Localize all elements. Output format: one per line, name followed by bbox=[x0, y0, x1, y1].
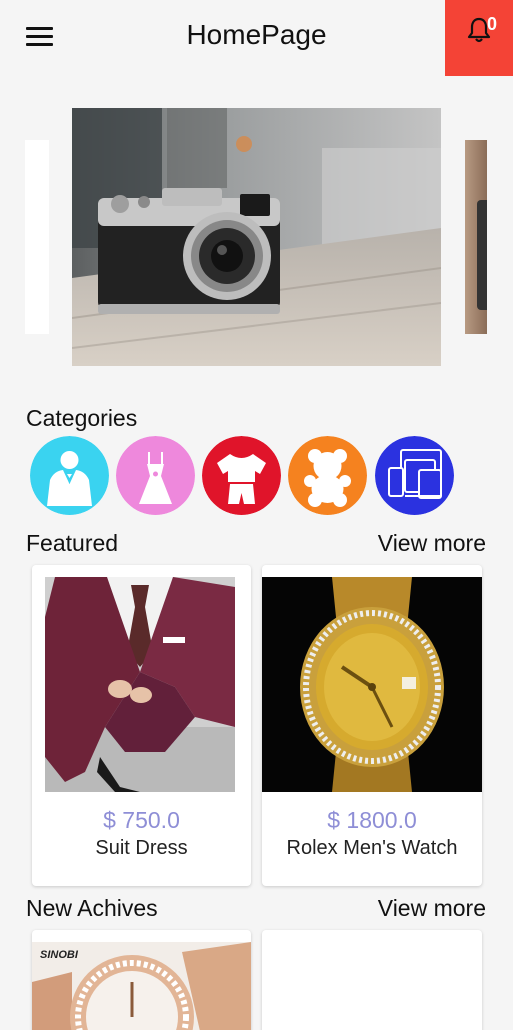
new-archives-title: New Achives bbox=[26, 895, 158, 921]
category-tshirt[interactable] bbox=[202, 436, 281, 515]
dress-icon bbox=[116, 436, 195, 515]
product-card-suit[interactable]: $ 750.0 Suit Dress bbox=[32, 565, 251, 886]
product-card-empty[interactable] bbox=[262, 930, 482, 1030]
product-image-sinobi-watch: SINOBI bbox=[32, 942, 251, 1030]
suit-icon bbox=[30, 436, 109, 515]
product-name: Rolex Men's Watch bbox=[286, 837, 458, 859]
category-toys[interactable] bbox=[288, 436, 367, 515]
categories-title: Categories bbox=[26, 405, 138, 431]
notification-button[interactable]: 0 bbox=[445, 0, 513, 76]
category-suit[interactable] bbox=[30, 436, 109, 515]
carousel-slide-previous[interactable] bbox=[25, 140, 49, 334]
category-electronics[interactable] bbox=[375, 436, 454, 515]
carousel-slide-camera[interactable] bbox=[72, 108, 441, 366]
product-card-watch[interactable]: $ 1800.0 Rolex Men's Watch bbox=[262, 565, 482, 886]
product-price: $ 1800.0 bbox=[327, 807, 417, 833]
product-price: $ 750.0 bbox=[103, 807, 180, 833]
carousel-slide-next[interactable] bbox=[465, 140, 487, 334]
page-title: HomePage bbox=[186, 19, 327, 50]
new-archives-view-more-link[interactable]: View more bbox=[378, 895, 486, 922]
product-name: Suit Dress bbox=[95, 837, 188, 859]
teddy-bear-icon bbox=[288, 436, 367, 515]
sinobi-brand-text: SINOBI bbox=[40, 949, 79, 961]
tshirt-icon bbox=[202, 436, 281, 515]
banner-carousel[interactable] bbox=[0, 108, 513, 366]
notification-count: 0 bbox=[487, 14, 498, 34]
devices-icon bbox=[375, 436, 454, 515]
featured-title: Featured bbox=[26, 530, 119, 556]
product-card-sinobi-watch[interactable]: SINOBI bbox=[32, 930, 251, 1030]
camera-image bbox=[72, 108, 441, 366]
app-bar: HomePage 0 bbox=[0, 0, 513, 76]
product-image-watch bbox=[262, 577, 482, 792]
product-image-suit bbox=[45, 577, 235, 792]
category-dress[interactable] bbox=[116, 436, 195, 515]
featured-view-more-link[interactable]: View more bbox=[378, 530, 486, 557]
